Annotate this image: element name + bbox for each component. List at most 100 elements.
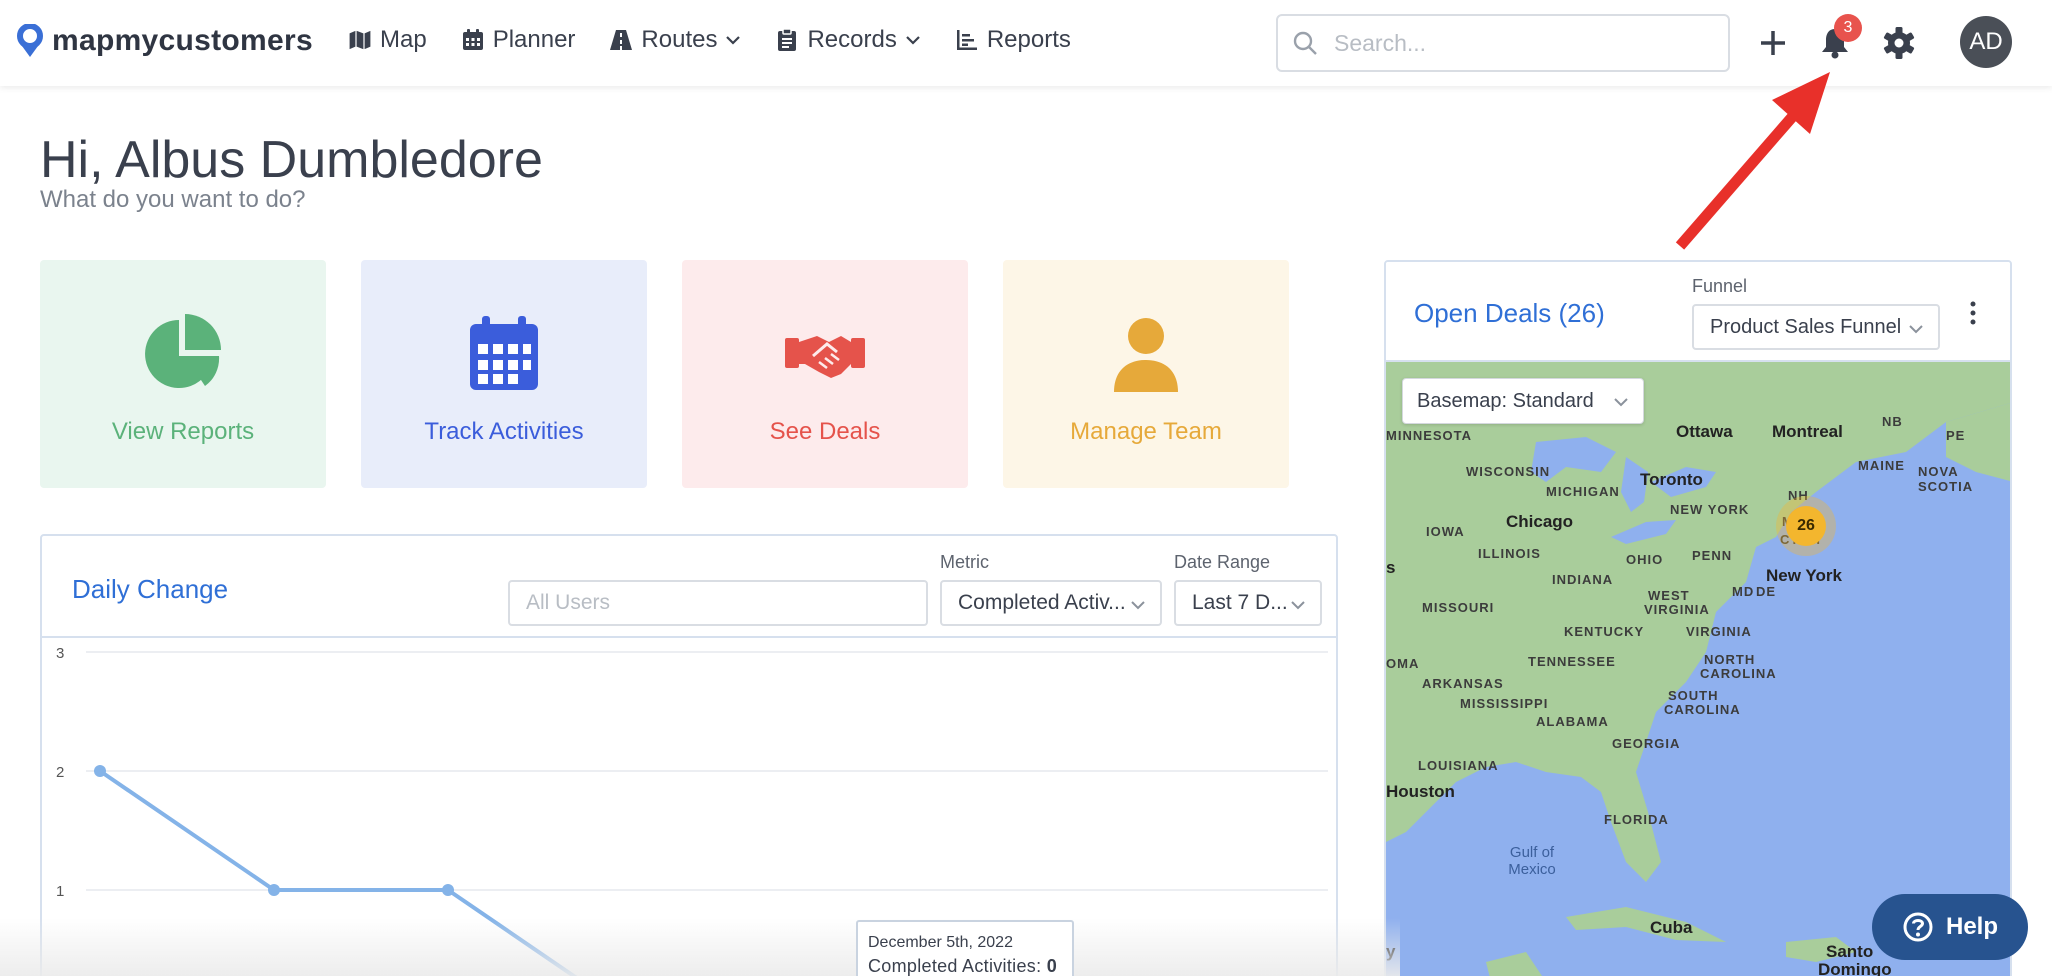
tooltip-metric-value: 0 xyxy=(1046,956,1057,976)
city-label: s xyxy=(1386,558,1396,577)
data-point[interactable] xyxy=(94,765,106,777)
plus-icon xyxy=(1761,31,1785,55)
map-label: VIRGINIA xyxy=(1686,624,1752,639)
daily-change-panel: Daily Change All Users Metric Completed … xyxy=(40,534,1338,976)
tooltip-metric-label: Completed Activities: xyxy=(868,956,1042,976)
track-activities-label: Track Activities xyxy=(424,418,584,445)
chevron-down-icon xyxy=(1614,398,1628,407)
help-label: Help xyxy=(1945,913,1998,940)
nav-reports-label: Reports xyxy=(986,26,1071,53)
add-button[interactable] xyxy=(1756,26,1790,60)
map-label: INDIANA xyxy=(1552,572,1614,587)
open-deals-panel: Open Deals (26) Funnel Product Sales Fun… xyxy=(1384,260,2012,976)
data-point[interactable] xyxy=(442,884,454,896)
tooltip-date: December 5th, 2022 xyxy=(868,934,1013,951)
map-label: MD xyxy=(1732,584,1755,599)
city-label: Toronto xyxy=(1640,470,1703,489)
water-label: Gulf of Mexico xyxy=(1472,844,1592,878)
users-select[interactable]: All Users xyxy=(508,580,928,626)
settings-button[interactable] xyxy=(1882,26,1916,60)
nav-routes-label: Routes xyxy=(641,26,718,53)
nav-records[interactable]: Records xyxy=(775,26,920,54)
daily-change-header: Daily Change All Users Metric Completed … xyxy=(42,536,1336,638)
y-tick-label: 1 xyxy=(56,883,64,900)
deals-map[interactable]: Basemap: Standard MINNESOTA WISCONSIN MI… xyxy=(1386,362,2010,976)
map-label: MISSOURI xyxy=(1422,600,1495,615)
help-button[interactable]: Help xyxy=(1872,894,2028,960)
metric-select-value: Completed Activ... xyxy=(958,591,1126,614)
deals-cluster-marker[interactable]: 26 xyxy=(1786,506,1826,546)
map-icon xyxy=(348,29,372,51)
city-label: Montreal xyxy=(1772,422,1843,441)
calendar-icon xyxy=(470,316,538,390)
map-label: KENTUCKY xyxy=(1564,624,1645,639)
nav-routes[interactable]: Routes xyxy=(609,26,741,54)
funnel-select-value: Product Sales Funnel xyxy=(1710,315,1902,338)
data-point[interactable] xyxy=(268,884,280,896)
nav-map-label: Map xyxy=(380,26,427,53)
nav-map[interactable]: Map xyxy=(348,26,427,54)
tooltip-metric: Completed Activities: 0 xyxy=(868,956,1062,976)
manage-team-card[interactable]: Manage Team xyxy=(1003,260,1289,488)
city-label: Ottawa xyxy=(1676,422,1733,441)
view-reports-label: View Reports xyxy=(111,418,255,445)
map-label: NH xyxy=(1788,488,1809,503)
person-icon xyxy=(1114,318,1178,392)
nav-planner-label: Planner xyxy=(492,26,576,53)
city-label: Santo xyxy=(1826,942,1874,961)
view-reports-card[interactable]: View Reports xyxy=(40,260,326,488)
chevron-down-icon xyxy=(1291,601,1305,610)
bar-chart-icon xyxy=(956,30,977,50)
date-range-label: Date Range xyxy=(1174,552,1271,572)
map-label: GEORGIA xyxy=(1612,736,1681,751)
nav-reports[interactable]: Reports xyxy=(955,26,1071,54)
chevron-down-icon xyxy=(726,36,741,45)
daily-change-title: Daily Change xyxy=(72,574,229,604)
search-icon xyxy=(1293,31,1317,55)
city-label: Chicago xyxy=(1506,512,1574,531)
chevron-down-icon xyxy=(906,36,920,45)
map-label: LOUISIANA xyxy=(1418,758,1499,773)
map-label: MICHIGAN xyxy=(1546,484,1620,499)
users-select-placeholder: All Users xyxy=(526,591,611,614)
map-label: CAROLINA xyxy=(1664,702,1741,717)
map-label: PE xyxy=(1946,428,1966,443)
map-label: CAROLINA xyxy=(1700,666,1777,681)
map-label: OMA xyxy=(1386,656,1420,671)
question-circle-icon xyxy=(1903,912,1933,942)
date-range-select[interactable]: Last 7 D... xyxy=(1174,580,1322,626)
funnel-select[interactable]: Product Sales Funnel xyxy=(1692,304,1940,350)
map-label: IOWA xyxy=(1426,524,1465,539)
map-label: NB xyxy=(1882,414,1903,429)
more-options-icon[interactable] xyxy=(1968,300,1978,326)
notification-count-badge: 3 xyxy=(1834,14,1862,42)
map-label: DE xyxy=(1756,584,1777,599)
map-label: NEW YORK xyxy=(1670,502,1750,517)
map-label: OHIO xyxy=(1626,552,1664,567)
open-deals-title[interactable]: Open Deals (26) xyxy=(1414,298,1605,329)
map-label: FLORIDA xyxy=(1604,812,1669,827)
track-activities-card[interactable]: Track Activities xyxy=(361,260,647,488)
gear-icon xyxy=(1883,27,1915,59)
bottom-fade xyxy=(0,918,1400,976)
annotation-arrow-icon xyxy=(1675,72,1830,250)
basemap-select[interactable]: Basemap: Standard xyxy=(1402,378,1644,424)
city-label: Domingo xyxy=(1818,960,1892,976)
user-avatar[interactable]: AD xyxy=(1960,16,2012,68)
logo-pin-icon xyxy=(17,24,43,57)
page-title: Hi, Albus Dumbledore xyxy=(40,131,543,189)
road-icon xyxy=(610,30,633,50)
chart-tooltip: December 5th, 2022 Completed Activities:… xyxy=(856,920,1074,976)
map-canvas xyxy=(1386,362,2010,976)
app-logo[interactable]: mapmycustomers xyxy=(16,24,313,58)
nav-planner[interactable]: Planner xyxy=(461,26,576,54)
city-label: Cuba xyxy=(1650,918,1693,937)
map-label: TENNESSEE xyxy=(1528,654,1616,669)
see-deals-card[interactable]: See Deals xyxy=(682,260,968,488)
map-label: SOUTH xyxy=(1668,688,1719,703)
see-deals-label: See Deals xyxy=(769,418,881,445)
manage-team-label: Manage Team xyxy=(1070,418,1222,445)
map-label: MINNESOTA xyxy=(1386,428,1473,443)
metric-select[interactable]: Completed Activ... xyxy=(940,580,1162,626)
search-input[interactable] xyxy=(1334,29,1714,57)
